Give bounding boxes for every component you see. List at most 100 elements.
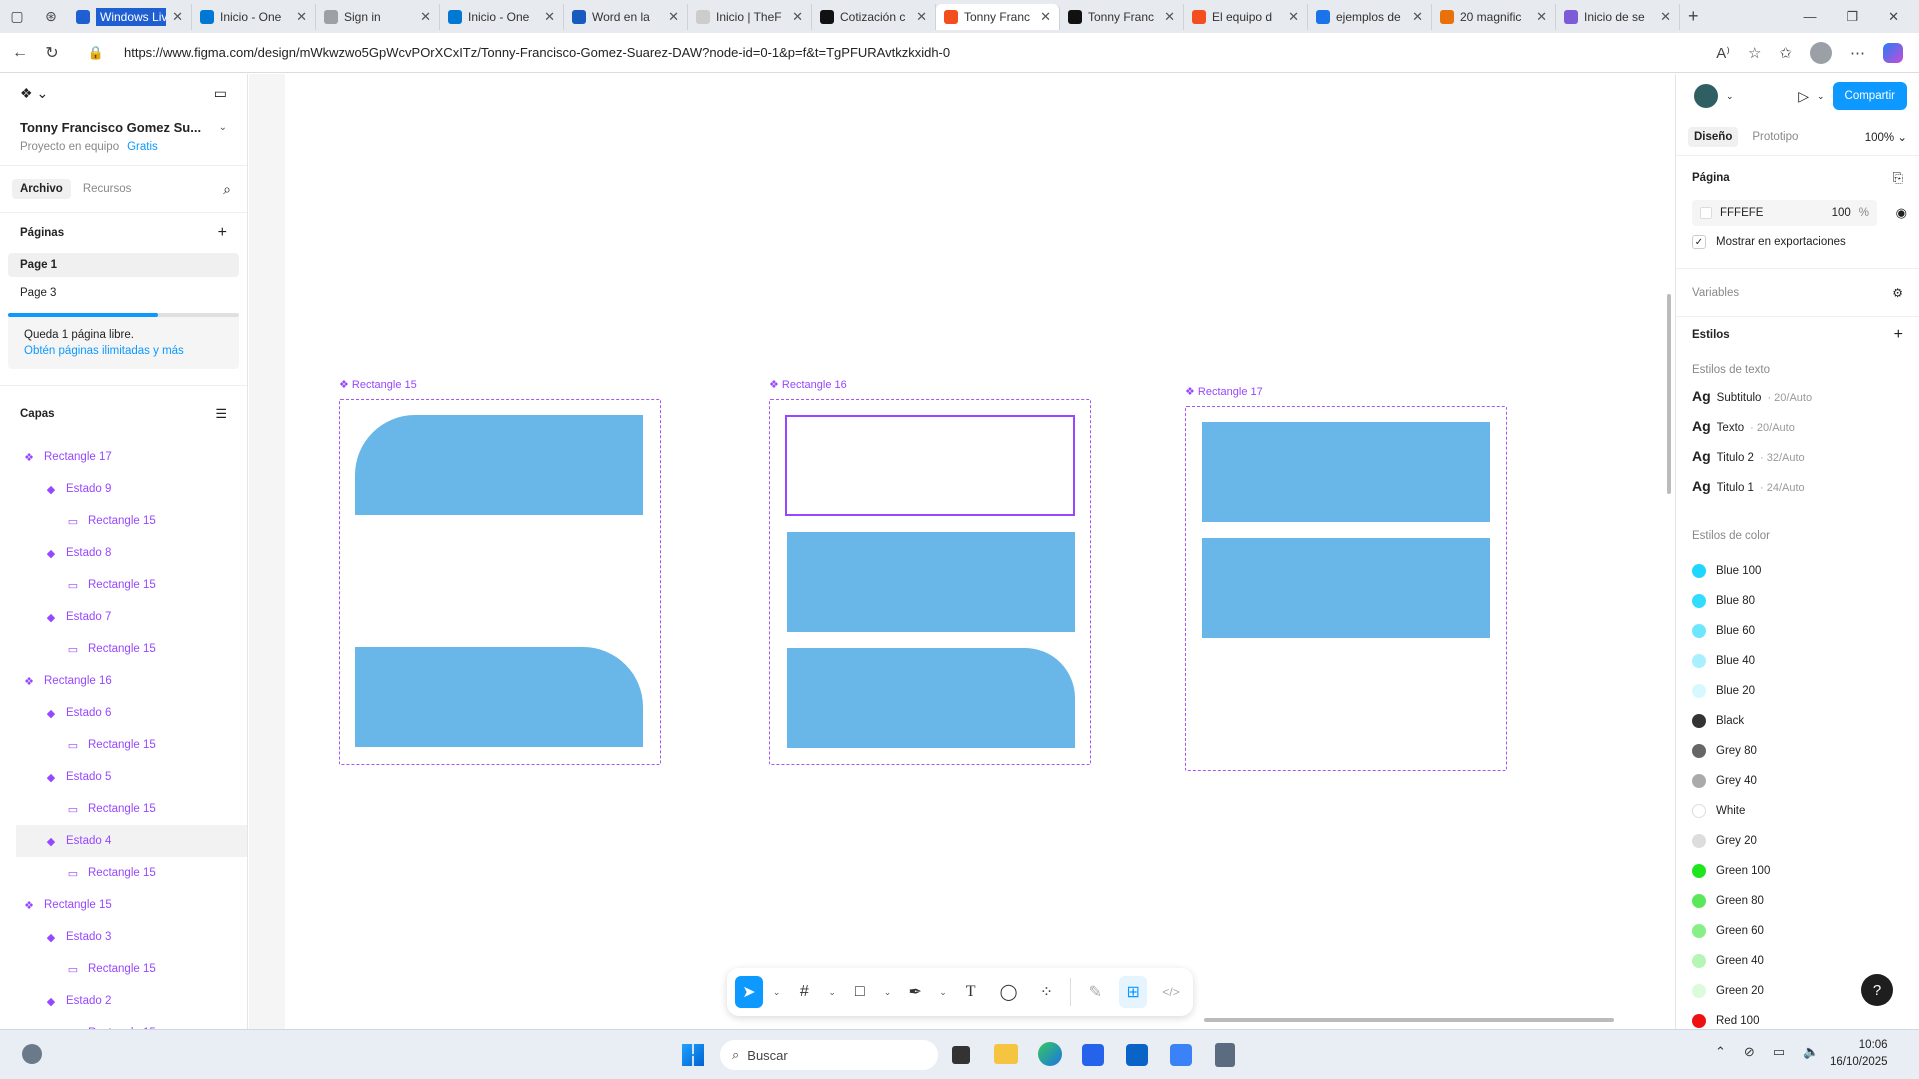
selected-variant-rectangle[interactable] (785, 415, 1075, 516)
tab-close-icon[interactable]: ✕ (1040, 9, 1051, 25)
project-chevron-icon[interactable]: ⌄ (219, 122, 227, 133)
display-icon[interactable]: ▭ (1773, 1044, 1785, 1060)
canvas-page[interactable]: ❖ Rectangle 15 ❖ Rectangle 16 ❖ Rectangl… (285, 74, 1675, 1029)
variant-rectangle[interactable] (787, 648, 1075, 748)
share-button[interactable]: Compartir (1832, 82, 1907, 110)
tab-close-icon[interactable]: ✕ (1536, 9, 1547, 25)
photos-icon[interactable] (1170, 1044, 1192, 1066)
layer-item[interactable]: ▭ Rectangle 15 (0, 505, 247, 537)
color-style-item[interactable]: Blue 20 (1676, 676, 1919, 706)
tab-close-icon[interactable]: ✕ (916, 9, 927, 25)
help-icon[interactable]: ? (1861, 974, 1893, 1006)
edge-icon[interactable] (1038, 1042, 1062, 1066)
chevron-down-icon[interactable]: ⌄ (773, 987, 781, 998)
user-avatar[interactable] (1694, 84, 1718, 108)
weather-icon[interactable] (22, 1044, 42, 1064)
text-tool-icon[interactable]: T (957, 976, 985, 1008)
frame-label[interactable]: ❖ Rectangle 16 (769, 378, 847, 391)
page-item[interactable]: Page 3 (8, 277, 239, 309)
text-style-item[interactable]: Ag Subtitulo · 20/Auto (1676, 388, 1919, 418)
layer-item[interactable]: ▭ Rectangle 15 (0, 569, 247, 601)
layer-item[interactable]: ❖ Rectangle 16 (0, 665, 247, 697)
component-set-frame[interactable] (769, 399, 1091, 765)
layer-item[interactable]: ◆ Estado 8 (0, 537, 247, 569)
layer-item[interactable]: ▭ Rectangle 15 (0, 857, 247, 889)
pen-tool-icon[interactable]: ✒ (901, 976, 929, 1008)
browser-tab[interactable]: Windows Live Hor ✕ (68, 3, 192, 30)
variant-rectangle[interactable] (787, 532, 1075, 632)
browser-tab[interactable]: Sign in ✕ (316, 3, 440, 30)
restore-icon[interactable]: ❐ (1846, 9, 1858, 25)
browser-tab[interactable]: Word en la ✕ (564, 3, 688, 30)
color-style-item[interactable]: Blue 40 (1676, 646, 1919, 676)
vertical-scrollbar[interactable] (1667, 294, 1671, 494)
add-style-icon[interactable]: + (1894, 326, 1903, 344)
fill-hex[interactable]: FFFEFE (1720, 207, 1763, 219)
browser-tab[interactable]: Inicio de se ✕ (1556, 3, 1680, 30)
upsell-link[interactable]: Obtén páginas ilimitadas y más (8, 341, 239, 357)
visibility-eye-icon[interactable]: ◉ (1896, 205, 1907, 221)
layer-item[interactable]: ▭ Rectangle 15 (0, 953, 247, 985)
chevron-down-icon[interactable]: ⌄ (828, 987, 836, 998)
store-icon[interactable] (1082, 1044, 1104, 1066)
chevron-down-icon[interactable]: ⌄ (884, 987, 892, 998)
layer-item[interactable]: ❖ Rectangle 17 (0, 441, 247, 473)
move-tool-icon[interactable]: ➤ (735, 976, 763, 1008)
dev-mode-icon[interactable]: </> (1157, 976, 1185, 1008)
text-style-item[interactable]: Ag Texto · 20/Auto (1676, 418, 1919, 448)
calculator-icon[interactable] (1215, 1043, 1235, 1067)
draw-mode-icon[interactable]: ✎ (1081, 976, 1109, 1008)
variant-rectangle[interactable] (355, 415, 643, 515)
zoom-level[interactable]: 100% ⌄ (1865, 130, 1907, 144)
browser-tab[interactable]: Cotización c ✕ (812, 3, 936, 30)
color-style-item[interactable]: Blue 80 (1676, 586, 1919, 616)
tab-close-icon[interactable]: ✕ (668, 9, 679, 25)
fill-opacity[interactable]: 100 (1832, 207, 1851, 219)
variant-rectangle[interactable] (1202, 538, 1490, 638)
layer-item[interactable]: ◆ Estado 6 (0, 697, 247, 729)
layer-item[interactable]: ◆ Estado 9 (0, 473, 247, 505)
color-style-item[interactable]: Blue 100 (1676, 556, 1919, 586)
more-menu-icon[interactable]: ⋯ (1850, 44, 1865, 62)
canvas[interactable]: ❖ Rectangle 15 ❖ Rectangle 16 ❖ Rectangl… (249, 74, 1675, 1029)
site-info-icon[interactable]: 🔒 (84, 45, 108, 61)
fill-swatch[interactable] (1700, 207, 1712, 219)
horizontal-scrollbar[interactable] (1204, 1018, 1614, 1022)
file-explorer-icon[interactable] (994, 1044, 1018, 1064)
network-icon[interactable]: ⊘ (1744, 1044, 1755, 1060)
browser-tab[interactable]: Inicio - One ✕ (192, 3, 316, 30)
design-mode-icon[interactable]: ⊞ (1119, 976, 1148, 1008)
variant-rectangle[interactable] (355, 647, 643, 747)
chevron-down-icon[interactable]: ⌄ (939, 987, 947, 998)
page-settings-icon[interactable]: ⎘ (1893, 170, 1903, 186)
new-tab-button[interactable]: + (1688, 6, 1699, 27)
color-style-item[interactable]: Grey 20 (1676, 826, 1919, 856)
profile-avatar[interactable] (1810, 41, 1832, 64)
present-play-icon[interactable]: ▷ (1798, 88, 1809, 105)
windows-start-icon[interactable] (682, 1044, 704, 1066)
volume-icon[interactable]: 🔈 (1803, 1044, 1819, 1060)
color-style-item[interactable]: Green 100 (1676, 856, 1919, 886)
tab-recursos[interactable]: Recursos (79, 179, 136, 199)
browser-tab[interactable]: 20 magnific ✕ (1432, 3, 1556, 30)
favorite-star-icon[interactable]: ☆ (1748, 44, 1761, 62)
comment-tool-icon[interactable]: ◯ (995, 976, 1023, 1008)
layer-item[interactable]: ◆ Estado 4 (16, 825, 247, 857)
tab-close-icon[interactable]: ✕ (1412, 9, 1423, 25)
color-style-item[interactable]: Green 80 (1676, 886, 1919, 916)
taskbar-search[interactable]: ⌕ Buscar (720, 1040, 938, 1070)
tab-close-icon[interactable]: ✕ (296, 9, 307, 25)
close-window-icon[interactable]: ✕ (1888, 9, 1899, 25)
minimize-icon[interactable]: — (1803, 9, 1816, 25)
variant-rectangle[interactable] (1202, 422, 1490, 522)
tab-archivo[interactable]: Archivo (12, 179, 71, 199)
layer-item[interactable]: ❖ Rectangle 15 (0, 889, 247, 921)
copilot-icon[interactable] (1883, 42, 1903, 63)
tab-diseno[interactable]: Diseño (1688, 126, 1739, 147)
layer-item[interactable]: ◆ Estado 5 (0, 761, 247, 793)
frame-tool-icon[interactable]: # (790, 976, 818, 1008)
layer-item[interactable]: ▭ Rectangle 15 (0, 729, 247, 761)
layer-item[interactable]: ◆ Estado 2 (0, 985, 247, 1017)
toggle-sidebar-icon[interactable]: ▭ (214, 85, 227, 102)
color-style-item[interactable]: Green 60 (1676, 916, 1919, 946)
